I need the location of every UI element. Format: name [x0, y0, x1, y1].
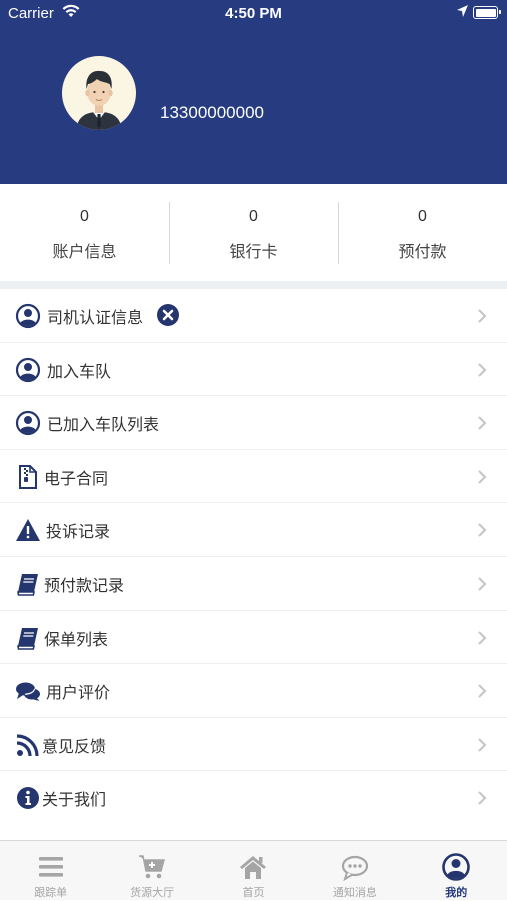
- stat-account-info[interactable]: 0 账户信息: [0, 184, 169, 281]
- section-divider: [0, 281, 507, 289]
- battery-icon: [473, 6, 501, 19]
- menu-item-label: 电子合同: [44, 468, 109, 488]
- menu-item-feedback[interactable]: 意见反馈: [0, 718, 507, 772]
- stat-value: 0: [249, 208, 258, 225]
- chevron-right-icon: [478, 523, 487, 538]
- tab-bar: 跟踪单 货源大厅 首页 通知消息 我的: [0, 840, 507, 900]
- menu-item-label: 预付款记录: [44, 575, 125, 595]
- chevron-right-icon: [478, 416, 487, 430]
- menu-item-label: 意见反馈: [42, 736, 107, 756]
- tab-label: 通知消息: [332, 886, 377, 899]
- avatar[interactable]: [62, 56, 136, 130]
- phone-number: 13300000000: [160, 103, 265, 122]
- menu-item-label: 用户评价: [46, 683, 111, 703]
- menu-item-label: 加入车队: [47, 361, 112, 381]
- chevron-right-icon: [478, 309, 487, 323]
- user-circle-icon: [442, 853, 471, 881]
- chevron-right-icon: [478, 630, 487, 645]
- person-avatar-icon: [76, 70, 122, 130]
- stat-bank-card[interactable]: 0 银行卡: [169, 184, 338, 281]
- stat-label: 预付款: [398, 242, 447, 261]
- menu-item-join-fleet[interactable]: 加入车队: [0, 343, 507, 397]
- close-circle-icon: [157, 304, 179, 326]
- book-icon: [17, 627, 38, 650]
- document-zip-icon: [19, 464, 37, 489]
- menu-item-policy-list[interactable]: 保单列表: [0, 611, 507, 665]
- tab-label: 货源大厅: [130, 886, 175, 899]
- status-bar: Carrier 4:50 PM: [0, 0, 507, 28]
- tab-label: 跟踪单: [34, 886, 68, 899]
- stat-value: 0: [80, 208, 89, 225]
- tab-cargo-hall[interactable]: 货源大厅: [101, 841, 202, 901]
- menu-item-label: 司机认证信息: [47, 308, 144, 327]
- chat-icon: [341, 855, 368, 881]
- chevron-right-icon: [478, 362, 487, 377]
- user-circle-icon: [15, 411, 41, 436]
- chevron-right-icon: [478, 684, 487, 698]
- menu-item-driver-verification[interactable]: 司机认证信息: [0, 289, 507, 343]
- user-circle-icon: [15, 357, 41, 382]
- profile-header: Carrier 4:50 PM 13300000000: [0, 0, 507, 184]
- tab-tracking[interactable]: 跟踪单: [0, 841, 101, 901]
- menu-item-complaints[interactable]: 投诉记录: [0, 503, 507, 557]
- chevron-right-icon: [478, 738, 487, 752]
- menu-item-label: 已加入车队列表: [47, 415, 160, 435]
- stat-label: 账户信息: [52, 242, 117, 261]
- menu-item-label: 保单列表: [44, 629, 109, 649]
- menu-item-about-us[interactable]: 关于我们: [0, 771, 507, 825]
- info-circle-icon: [17, 787, 39, 810]
- tab-notifications[interactable]: 通知消息: [304, 841, 405, 901]
- chevron-right-icon: [478, 791, 487, 806]
- home-icon: [240, 856, 267, 879]
- menu-item-user-reviews[interactable]: 用户评价: [0, 664, 507, 718]
- comments-icon: [16, 682, 40, 702]
- menu-item-prepayment-records[interactable]: 预付款记录: [0, 557, 507, 611]
- user-circle-icon: [15, 303, 41, 329]
- list-icon: [38, 857, 63, 877]
- rss-icon: [16, 734, 39, 756]
- clock: 4:50 PM: [225, 5, 282, 22]
- book-icon: [17, 573, 38, 596]
- stat-label: 银行卡: [229, 242, 278, 261]
- menu-item-e-contract[interactable]: 电子合同: [0, 450, 507, 504]
- menu-item-label: 关于我们: [42, 790, 107, 810]
- menu-item-joined-fleets[interactable]: 已加入车队列表: [0, 396, 507, 450]
- menu-item-label: 投诉记录: [46, 522, 111, 542]
- tab-label: 我的: [445, 886, 468, 899]
- account-stats: 0 账户信息 0 银行卡 0 预付款: [0, 184, 507, 281]
- tab-label: 首页: [242, 886, 265, 899]
- chevron-right-icon: [478, 470, 487, 484]
- menu-list: 司机认证信息 加入车队 已加入车队列表 电子合同 投诉记录 预付款记录 保单列表…: [0, 289, 507, 825]
- chevron-right-icon: [478, 577, 487, 591]
- tab-mine[interactable]: 我的: [406, 841, 507, 901]
- tab-home[interactable]: 首页: [203, 841, 304, 901]
- location-arrow-icon: [457, 5, 468, 17]
- stat-value: 0: [418, 208, 427, 225]
- warning-icon: [16, 519, 40, 542]
- stat-prepayment[interactable]: 0 预付款: [338, 184, 507, 281]
- cart-plus-icon: [139, 855, 166, 879]
